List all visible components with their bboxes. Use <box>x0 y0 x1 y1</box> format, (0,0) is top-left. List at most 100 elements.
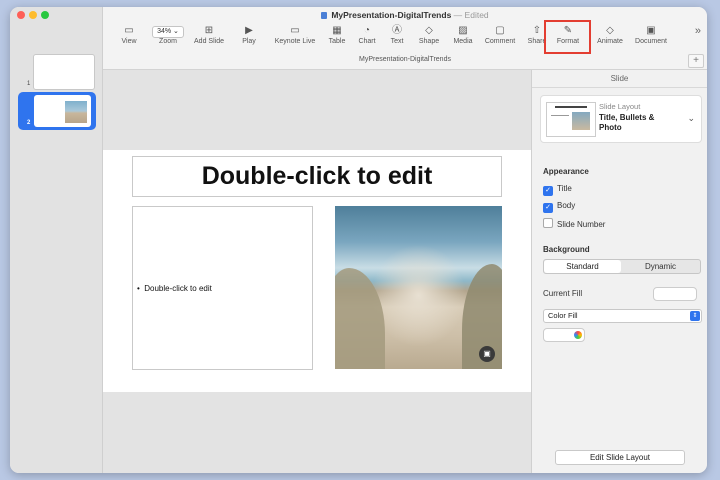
comment-button[interactable]: ▢ Comment <box>483 24 517 50</box>
text-label: Text <box>390 38 404 45</box>
edit-slide-layout-button[interactable]: Edit Slide Layout <box>555 450 685 465</box>
zoom-select[interactable]: 34% ⌄ <box>152 26 184 38</box>
slide-title-placeholder[interactable]: Double-click to edit <box>132 156 502 197</box>
animate-label: Animate <box>597 38 623 45</box>
inspector-divider <box>532 87 707 88</box>
keynote-live-button[interactable]: ▭ Keynote Live <box>270 24 320 50</box>
background-heading: Background <box>543 245 590 254</box>
current-fill-well[interactable] <box>653 287 697 301</box>
text-icon: Ⓐ <box>392 25 402 36</box>
title-checkbox[interactable]: ✓ <box>543 186 553 196</box>
fill-type-value: Color Fill <box>548 311 578 320</box>
body-checkbox-label: Body <box>557 201 576 210</box>
slide-navigator: 1 2 <box>10 7 103 473</box>
fill-type-select[interactable]: Color Fill ⇕ <box>543 309 702 323</box>
thumbnail-photo <box>65 101 87 123</box>
toolbar: MyPresentation-DigitalTrends — Edited ▭ … <box>103 7 707 70</box>
current-fill-label: Current Fill <box>543 289 583 298</box>
dynamic-tab[interactable]: Dynamic <box>622 260 699 273</box>
media-button[interactable]: ▨ Media <box>451 24 475 50</box>
slide-photo[interactable]: ▣ <box>335 206 502 369</box>
close-window-button[interactable] <box>17 11 25 19</box>
document-title: MyPresentation-DigitalTrends <box>331 10 452 20</box>
add-tab-button[interactable]: + <box>688 54 704 68</box>
view-button[interactable]: ▭ View <box>117 24 141 50</box>
animate-button[interactable]: ◇ Animate <box>593 24 627 50</box>
title-separator: — <box>453 10 463 20</box>
format-inspector: Slide Slide Layout Title, Bullets & Phot… <box>531 70 707 473</box>
media-label: Media <box>453 38 473 45</box>
play-button[interactable]: ▶ Play <box>239 24 259 50</box>
add-slide-label: Add Slide <box>194 38 224 45</box>
layout-thumb-photo <box>572 112 590 130</box>
shape-label: Shape <box>418 38 440 45</box>
bullet-text: Double-click to edit <box>144 284 212 293</box>
play-icon: ▶ <box>245 25 253 36</box>
color-wheel-icon[interactable] <box>574 331 582 339</box>
chevron-down-icon: ⌄ <box>687 113 695 123</box>
comment-label: Comment <box>484 38 516 45</box>
body-checkbox-row[interactable]: ✓ Body <box>543 201 575 213</box>
keynote-doc-icon <box>321 12 328 19</box>
slide-number-checkbox-row[interactable]: Slide Number <box>543 218 605 229</box>
bullet-item[interactable]: • Double-click to edit <box>137 284 212 293</box>
slide-number-1: 1 <box>27 81 31 87</box>
slide-thumbnail-2[interactable] <box>34 95 91 127</box>
table-icon: ▦ <box>332 25 342 36</box>
slide-number-label: Slide Number <box>557 220 606 229</box>
chart-label: Chart <box>358 38 376 45</box>
more-toolbar-icon[interactable]: » <box>695 25 701 37</box>
minimize-window-button[interactable] <box>29 11 37 19</box>
current-slide[interactable]: Double-click to edit • Double-click to e… <box>103 150 531 392</box>
animate-icon: ◇ <box>606 25 614 36</box>
document-icon: ▣ <box>646 25 656 36</box>
color-well[interactable] <box>543 328 585 342</box>
zoom-label: Zoom <box>159 38 177 45</box>
format-highlight-box <box>544 20 591 54</box>
chart-icon: ◔ <box>363 25 371 36</box>
media-icon: ▨ <box>458 25 468 36</box>
edited-status: Edited <box>464 10 489 20</box>
slide-number-checkbox[interactable] <box>543 218 553 228</box>
appearance-heading: Appearance <box>543 167 589 176</box>
slide-number-2: 2 <box>27 120 31 126</box>
keynote-live-icon: ▭ <box>290 25 300 36</box>
document-label: Document <box>635 38 667 45</box>
app-window: 1 2 MyPresentation-DigitalTrends — Edite… <box>10 7 707 473</box>
layout-thumb-line <box>551 115 569 116</box>
select-arrows-icon: ⇕ <box>690 311 700 321</box>
keynote-live-label: Keynote Live <box>274 38 316 45</box>
view-label: View <box>121 38 137 45</box>
zoom-control[interactable]: 34% ⌄ Zoom <box>149 24 187 50</box>
slide-body-placeholder[interactable]: • Double-click to edit <box>132 206 313 370</box>
sidebar-icon: ▭ <box>124 25 134 36</box>
add-slide-icon: ⊞ <box>204 25 214 36</box>
title-checkbox-row[interactable]: ✓ Title <box>543 184 572 196</box>
shape-button[interactable]: ◇ Shape <box>417 24 441 50</box>
background-segmented-control[interactable]: Standard Dynamic <box>543 259 701 274</box>
slide-layout-picker[interactable]: Slide Layout Title, Bullets & Photo ⌄ <box>540 95 702 143</box>
zoom-window-button[interactable] <box>41 11 49 19</box>
play-label: Play <box>242 38 256 45</box>
text-button[interactable]: Ⓐ Text <box>388 24 406 50</box>
table-label: Table <box>328 38 346 45</box>
chart-button[interactable]: ◔ Chart <box>356 24 378 50</box>
slide-thumbnail-1[interactable] <box>33 54 95 90</box>
title-checkbox-label: Title <box>557 184 572 193</box>
add-slide-button[interactable]: ⊞ Add Slide <box>191 24 227 50</box>
standard-tab[interactable]: Standard <box>544 260 621 273</box>
slide-layout-value: Title, Bullets & Photo <box>599 113 655 132</box>
body-checkbox[interactable]: ✓ <box>543 203 553 213</box>
slide-canvas[interactable]: Double-click to edit • Double-click to e… <box>103 70 531 473</box>
layout-thumb-title <box>555 106 587 108</box>
table-button[interactable]: ▦ Table <box>326 24 348 50</box>
slide-layout-label: Slide Layout <box>599 102 641 111</box>
replace-image-icon[interactable]: ▣ <box>479 346 495 362</box>
tab-title: MyPresentation-DigitalTrends <box>359 56 451 63</box>
shape-icon: ◇ <box>425 25 433 36</box>
photo-dune-left <box>335 268 385 369</box>
layout-thumbnail <box>546 102 596 137</box>
comment-icon: ▢ <box>495 25 505 36</box>
inspector-header: Slide <box>610 74 629 83</box>
document-button[interactable]: ▣ Document <box>631 24 671 50</box>
